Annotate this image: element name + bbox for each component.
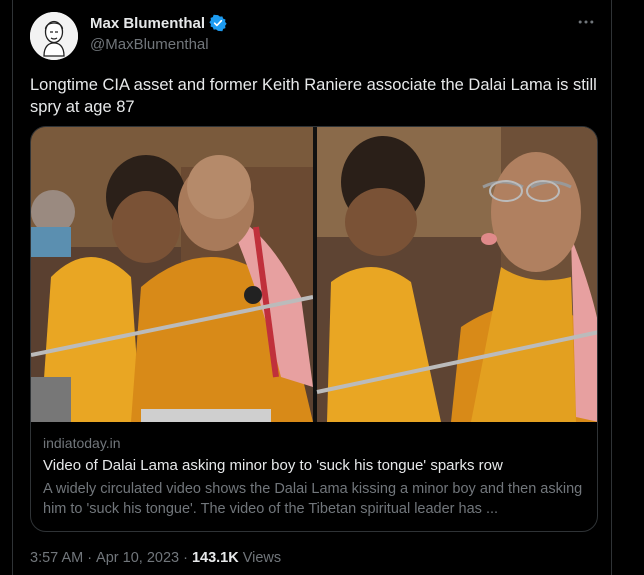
tweet-text: Longtime CIA asset and former Keith Rani…	[30, 76, 597, 116]
link-card-image[interactable]	[31, 127, 597, 422]
tweet-footer: 3:57 AM · Apr 10, 2023 · 143.1K Views	[30, 550, 281, 566]
avatar[interactable]	[30, 12, 78, 60]
link-card-title: Video of Dalai Lama asking minor boy to …	[43, 457, 503, 474]
separator-dot: ·	[87, 550, 93, 566]
link-card-domain: indiatoday.in	[43, 435, 121, 451]
author-name[interactable]: Max Blumenthal	[90, 15, 205, 32]
tweet-date[interactable]: Apr 10, 2023	[96, 550, 179, 566]
separator-dot: ·	[183, 550, 188, 566]
views-count[interactable]: 143.1K	[192, 550, 239, 566]
tweet-time[interactable]: 3:57 AM	[30, 550, 83, 566]
link-card-meta[interactable]: indiatoday.in Video of Dalai Lama asking…	[43, 435, 587, 519]
views-label[interactable]: Views	[243, 550, 281, 566]
link-card-description: A widely circulated video shows the Dala…	[43, 481, 583, 517]
author-block: Max Blumenthal @MaxBlumenthal	[90, 14, 227, 53]
more-horizontal-icon[interactable]	[574, 12, 598, 36]
link-card[interactable]: indiatoday.in Video of Dalai Lama asking…	[30, 126, 598, 532]
verified-badge-icon	[209, 14, 227, 32]
author-handle[interactable]: @MaxBlumenthal	[90, 36, 227, 53]
